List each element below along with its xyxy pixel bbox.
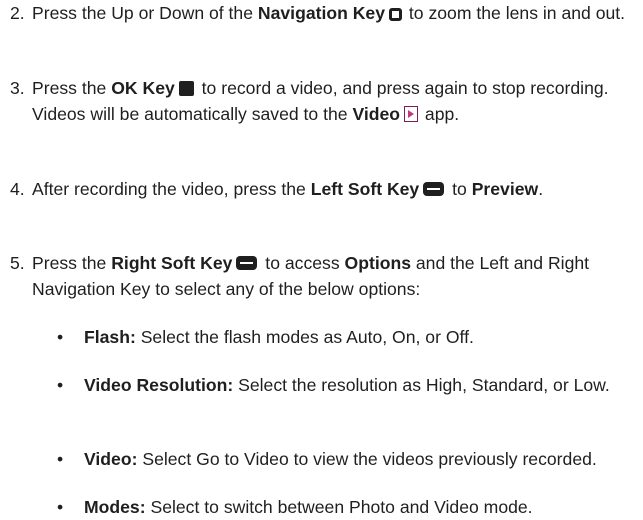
video-app-label: Video	[352, 104, 401, 124]
step-text: Press the Up or Down of the Navigation K…	[32, 3, 626, 23]
options-label: Options	[344, 253, 411, 273]
navigation-key-label: Navigation Key	[257, 3, 386, 23]
option-text: Video: Select Go to Video to view the vi…	[84, 449, 597, 469]
option-text: Video Resolution: Select the resolution …	[84, 375, 610, 395]
ok-key-label: OK Key	[111, 78, 175, 98]
step-text: Press the OK Key to record a video, and …	[32, 78, 609, 124]
bullet: •	[57, 449, 64, 469]
left-soft-key-label: Left Soft Key	[310, 179, 420, 199]
bullet: •	[57, 327, 64, 347]
step-number: 3.	[10, 78, 25, 98]
step-text: After recording the video, press the Lef…	[32, 179, 544, 199]
navigation-key-icon	[389, 8, 403, 21]
step-text: Press the Right Soft Key to access Optio…	[32, 253, 590, 299]
option-text: Flash: Select the flash modes as Auto, O…	[84, 327, 474, 347]
option-text: Modes: Select to switch between Photo an…	[84, 497, 533, 517]
right-soft-key-icon	[236, 256, 258, 270]
video-app-icon	[404, 106, 419, 122]
step-number: 4.	[10, 179, 25, 199]
ok-key-icon	[178, 81, 194, 96]
bullet: •	[57, 375, 64, 395]
step-number: 5.	[10, 253, 25, 273]
bullet: •	[57, 497, 64, 517]
step-number: 2.	[10, 3, 25, 23]
right-soft-key-label: Right Soft Key	[111, 253, 233, 273]
left-soft-key-icon	[423, 182, 445, 196]
preview-label: Preview	[471, 179, 539, 199]
